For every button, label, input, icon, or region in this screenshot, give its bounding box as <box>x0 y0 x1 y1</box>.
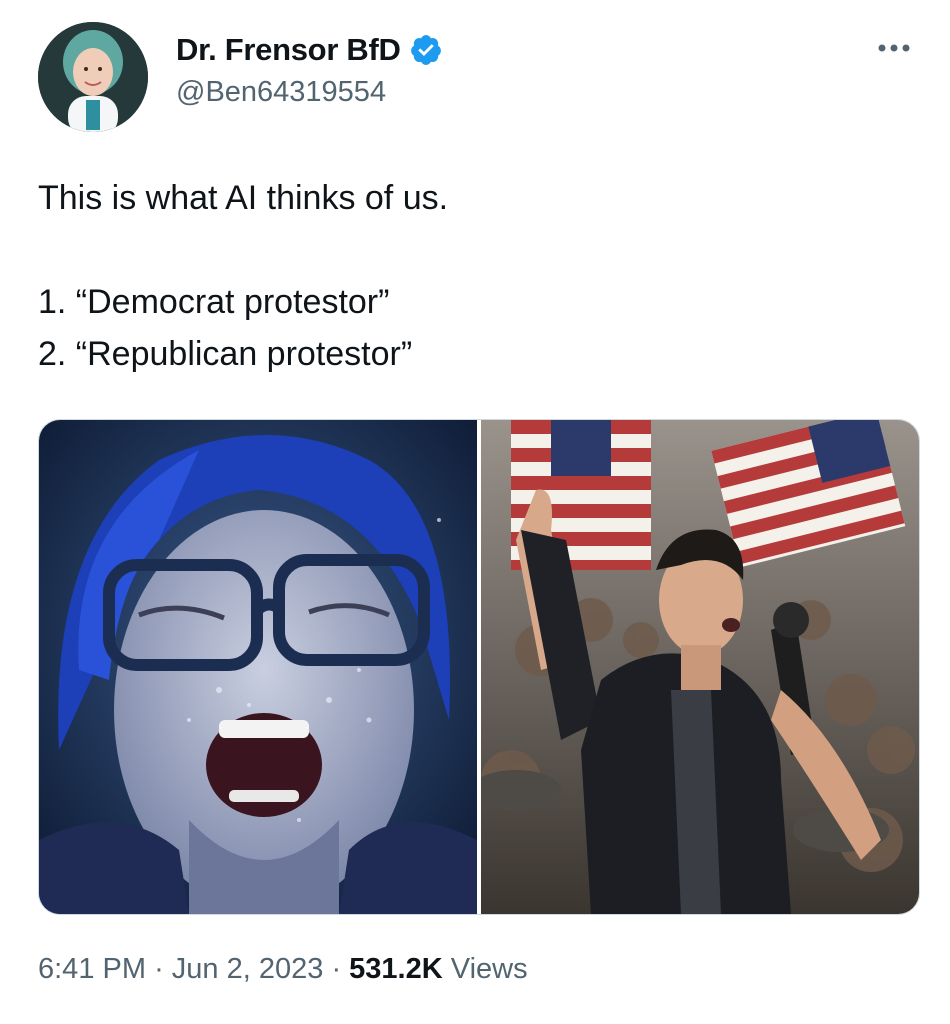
more-horizontal-icon[interactable] <box>874 38 914 58</box>
user-handle[interactable]: @Ben64319554 <box>176 76 443 109</box>
media-grid <box>38 419 920 915</box>
name-row: Dr. Frensor BfD <box>176 30 443 70</box>
tweet-text: This is what AI thinks of us. 1. “Democr… <box>38 172 908 380</box>
tweet-time[interactable]: 6:41 PM <box>38 953 146 985</box>
tweet-date[interactable]: Jun 2, 2023 <box>172 953 324 985</box>
tweet-line: This is what AI thinks of us. <box>38 179 449 217</box>
tweet-line: 1. “Democrat protestor” <box>38 283 390 321</box>
tweet: Dr. Frensor BfD @Ben64319554 This is wha… <box>0 0 950 1024</box>
meta-separator: · <box>331 953 342 985</box>
views-count[interactable]: 531.2K <box>349 953 443 985</box>
author-info: Dr. Frensor BfD @Ben64319554 <box>176 30 443 109</box>
fist-raising-man-image <box>481 420 919 914</box>
tweet-line: 2. “Republican protestor” <box>38 335 413 373</box>
media-image-2[interactable] <box>481 420 919 914</box>
views-label: Views <box>450 953 528 985</box>
display-name[interactable]: Dr. Frensor BfD <box>176 32 401 68</box>
verified-badge-icon <box>409 33 443 67</box>
crying-woman-image <box>39 420 477 914</box>
meta-separator: · <box>154 953 164 985</box>
avatar-image <box>38 22 148 132</box>
tweet-metadata: 6:41 PM · Jun 2, 2023 · 531.2K Views <box>38 953 528 986</box>
user-avatar[interactable] <box>38 22 148 132</box>
media-image-1[interactable] <box>39 420 477 914</box>
